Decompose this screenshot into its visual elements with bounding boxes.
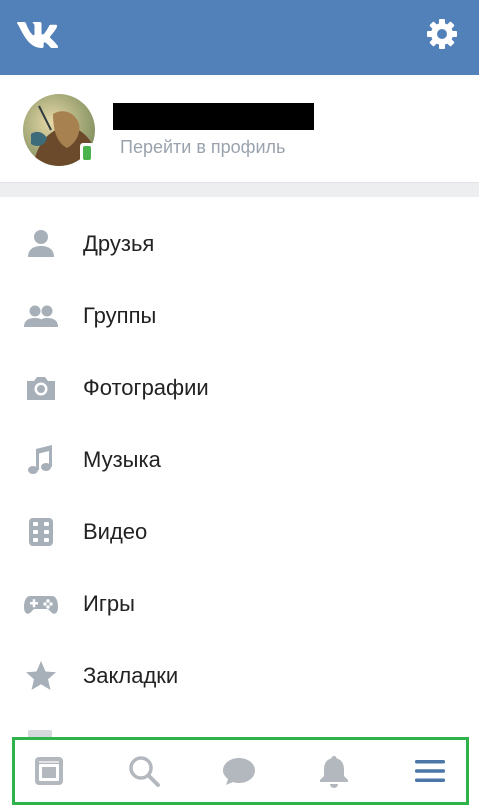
menu-label: Друзья	[83, 231, 155, 256]
menu-label: Группы	[83, 303, 157, 328]
menu-icon[interactable]	[413, 754, 447, 788]
menu-item-games[interactable]: Игры	[0, 568, 479, 640]
app-header	[0, 0, 479, 75]
menu-label: Закладки	[83, 663, 179, 688]
bottom-tab-bar	[12, 737, 469, 805]
menu-item-bookmarks[interactable]: Закладки	[0, 640, 479, 712]
mobile-online-icon	[80, 143, 94, 163]
bell-icon[interactable]	[317, 754, 351, 788]
person-icon	[28, 230, 54, 257]
vk-logo-icon[interactable]	[16, 20, 66, 48]
profile-name-redacted	[113, 103, 314, 130]
people-icon	[24, 305, 58, 327]
profile-section[interactable]: Перейти в профиль	[0, 75, 479, 182]
camera-icon	[27, 377, 55, 400]
section-divider	[0, 182, 479, 197]
menu-item-friends[interactable]: Друзья	[0, 208, 479, 280]
menu-item-groups[interactable]: Группы	[0, 280, 479, 352]
menu-item-music[interactable]: Музыка	[0, 424, 479, 496]
menu-label: Фотографии	[83, 375, 209, 400]
film-icon	[29, 518, 53, 546]
star-icon	[26, 661, 56, 690]
menu-item-photos[interactable]: Фотографии	[0, 352, 479, 424]
gear-icon[interactable]	[425, 17, 459, 51]
messages-icon[interactable]	[222, 754, 256, 788]
news-feed-icon[interactable]	[32, 754, 66, 788]
music-note-icon	[28, 445, 52, 474]
menu-item-video[interactable]: Видео	[0, 496, 479, 568]
gamepad-icon	[24, 596, 58, 614]
profile-link[interactable]: Перейти в профиль	[120, 137, 285, 158]
menu-label: Музыка	[83, 447, 161, 472]
search-icon[interactable]	[127, 754, 161, 788]
menu-label: Игры	[83, 591, 135, 616]
menu-label: Видео	[83, 519, 148, 544]
